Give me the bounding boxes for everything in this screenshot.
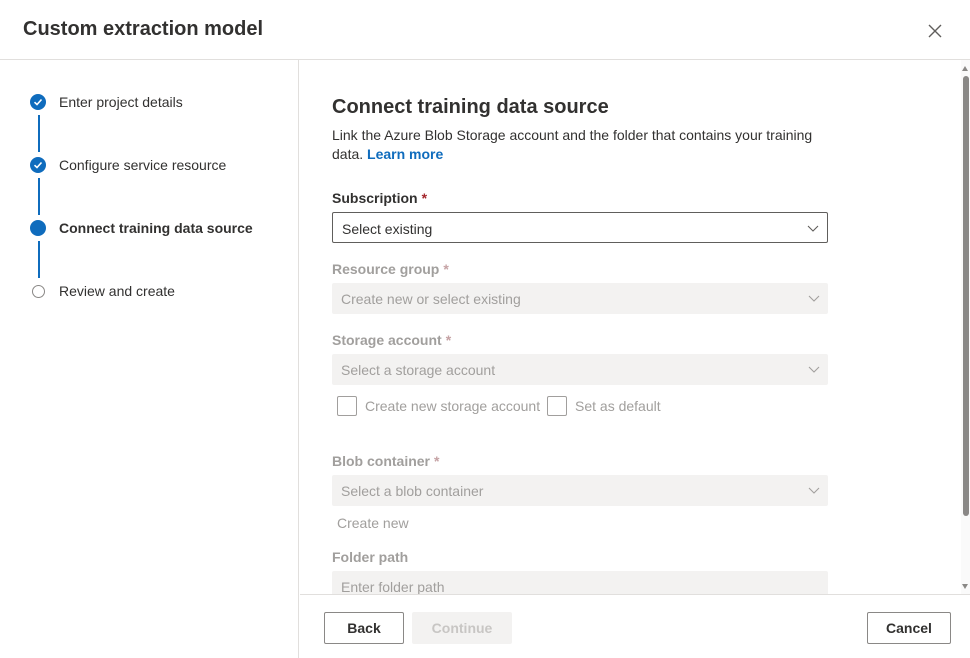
chevron-down-icon bbox=[807, 225, 819, 232]
required-indicator: * bbox=[443, 261, 449, 277]
subscription-dropdown[interactable]: Select existing bbox=[332, 212, 828, 243]
step-pending-indicator bbox=[32, 285, 45, 298]
storage-account-label: Storage account * bbox=[332, 332, 451, 348]
checkbox-box bbox=[337, 396, 357, 416]
checkbox-box bbox=[547, 396, 567, 416]
blob-container-dropdown[interactable]: Select a blob container bbox=[332, 475, 828, 506]
step-connector bbox=[38, 178, 40, 215]
chevron-down-icon bbox=[808, 295, 820, 302]
checkbox-label: Create new storage account bbox=[365, 398, 541, 414]
blob-container-label-text: Blob container bbox=[332, 453, 431, 469]
folder-path-input[interactable]: Enter folder path bbox=[332, 571, 828, 594]
resource-group-value: Create new or select existing bbox=[341, 291, 521, 307]
continue-button[interactable]: Continue bbox=[412, 612, 512, 644]
section-description: Link the Azure Blob Storage account and … bbox=[332, 126, 832, 164]
section-title: Connect training data source bbox=[332, 96, 609, 118]
folder-path-label: Folder path bbox=[332, 549, 408, 565]
main-panel: Connect training data source Link the Az… bbox=[300, 60, 961, 594]
close-icon bbox=[928, 24, 942, 38]
scroll-down-icon[interactable] bbox=[962, 584, 968, 589]
step-connector bbox=[38, 115, 40, 152]
blob-container-value: Select a blob container bbox=[341, 483, 484, 499]
storage-account-dropdown[interactable]: Select a storage account bbox=[332, 354, 828, 385]
checkmark-icon bbox=[33, 98, 43, 106]
step-label: Review and create bbox=[59, 283, 175, 299]
wizard-steps: Enter project details Configure service … bbox=[0, 60, 299, 658]
back-button[interactable]: Back bbox=[324, 612, 404, 644]
folder-path-label-text: Folder path bbox=[332, 549, 409, 565]
cancel-button[interactable]: Cancel bbox=[867, 612, 951, 644]
blob-container-label: Blob container * bbox=[332, 453, 439, 469]
dialog-footer: Back Continue Cancel bbox=[300, 594, 970, 658]
learn-more-link[interactable]: Learn more bbox=[367, 146, 443, 162]
required-indicator: * bbox=[445, 332, 452, 348]
dialog-title: Custom extraction model bbox=[23, 18, 264, 40]
storage-account-label-text: Storage account bbox=[332, 332, 442, 348]
chevron-down-icon bbox=[808, 487, 820, 494]
step-current-indicator bbox=[30, 220, 46, 236]
close-button[interactable] bbox=[921, 17, 949, 45]
step-complete-indicator bbox=[30, 157, 46, 173]
subscription-value: Select existing bbox=[342, 221, 433, 237]
checkbox-label: Set as default bbox=[575, 398, 661, 414]
step-label: Connect training data source bbox=[59, 220, 253, 236]
create-new-container-link[interactable]: Create new bbox=[337, 515, 409, 531]
scroll-up-icon[interactable] bbox=[962, 66, 968, 71]
required-indicator: * bbox=[434, 453, 440, 469]
step-label: Configure service resource bbox=[59, 157, 227, 173]
step-connector bbox=[38, 241, 40, 278]
required-indicator: * bbox=[421, 190, 428, 206]
subscription-label-text: Subscription bbox=[332, 190, 418, 206]
storage-account-value: Select a storage account bbox=[341, 362, 496, 378]
chevron-down-icon bbox=[808, 366, 820, 373]
dialog-header: Custom extraction model bbox=[0, 0, 970, 60]
step-label: Enter project details bbox=[59, 94, 183, 110]
scrollbar-thumb[interactable] bbox=[963, 76, 969, 516]
resource-group-label-text: Resource group bbox=[332, 261, 440, 277]
scrollbar[interactable] bbox=[961, 60, 970, 594]
folder-path-placeholder: Enter folder path bbox=[341, 579, 445, 594]
checkmark-icon bbox=[33, 161, 43, 169]
resource-group-label: Resource group * bbox=[332, 261, 449, 277]
step-complete-indicator bbox=[30, 94, 46, 110]
resource-group-dropdown[interactable]: Create new or select existing bbox=[332, 283, 828, 314]
subscription-label: Subscription * bbox=[332, 190, 427, 206]
